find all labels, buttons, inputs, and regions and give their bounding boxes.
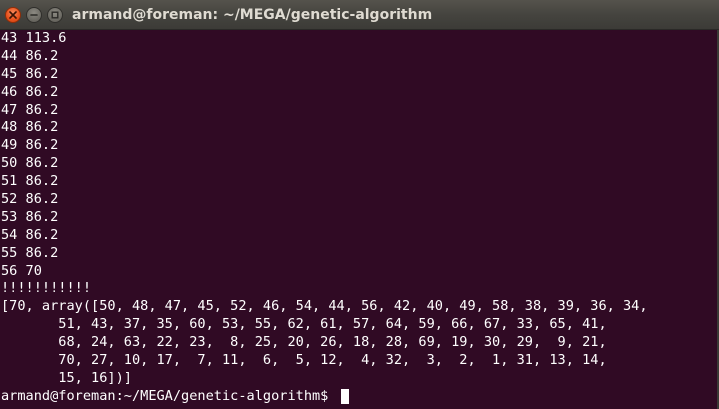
maximize-icon [51, 11, 59, 19]
output-line: 52 86.2 [1, 191, 59, 208]
output-line: 44 86.2 [1, 47, 59, 64]
output-line: 51 86.2 [1, 173, 59, 190]
maximize-button[interactable] [47, 7, 63, 23]
output-line: 51, 43, 37, 35, 60, 53, 55, 62, 61, 57, … [1, 316, 607, 333]
title-bar[interactable]: armand@foreman: ~/MEGA/genetic-algorithm [0, 0, 719, 30]
output-line: !!!!!!!!!!! [1, 280, 92, 297]
output-line: 47 86.2 [1, 101, 59, 118]
window-title: armand@foreman: ~/MEGA/genetic-algorithm [72, 7, 433, 23]
output-line: 48 86.2 [1, 119, 59, 136]
output-line: 15, 16])] [1, 369, 132, 386]
output-line: 45 86.2 [1, 65, 59, 82]
terminal-window: armand@foreman: ~/MEGA/genetic-algorithm… [0, 0, 719, 409]
minimize-button[interactable] [26, 7, 42, 23]
output-line: 43 113.6 [1, 30, 67, 46]
terminal-output[interactable]: 43 113.6 44 86.2 45 86.2 46 86.2 47 86.2… [0, 30, 719, 409]
text-cursor [340, 389, 349, 405]
close-icon [9, 11, 17, 19]
command-prompt-line[interactable]: armand@foreman:~/MEGA/genetic-algorithm$ [1, 388, 719, 406]
minimize-icon [30, 14, 38, 16]
output-line: 46 86.2 [1, 83, 59, 100]
output-line: 56 70 [1, 262, 42, 279]
output-line: 49 86.2 [1, 137, 59, 154]
output-line: [70, array([50, 48, 47, 45, 52, 46, 54, … [1, 298, 648, 315]
output-line: 53 86.2 [1, 208, 59, 225]
output-line: 54 86.2 [1, 226, 59, 243]
close-button[interactable] [5, 7, 21, 23]
shell-prompt: armand@foreman:~/MEGA/genetic-algorithm$ [1, 387, 337, 404]
output-line: 68, 24, 63, 22, 23, 8, 25, 20, 26, 18, 2… [1, 334, 607, 351]
output-line: 70, 27, 10, 17, 7, 11, 6, 5, 12, 4, 32, … [1, 352, 607, 369]
output-line: 50 86.2 [1, 155, 59, 172]
output-line: 55 86.2 [1, 244, 59, 261]
